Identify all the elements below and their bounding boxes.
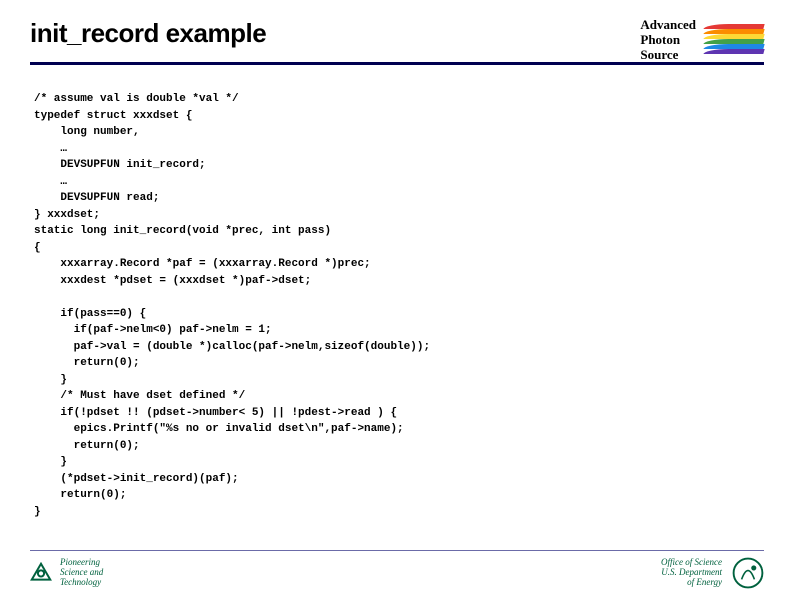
horizontal-rule-bottom — [30, 550, 764, 551]
doe-logo-icon — [732, 557, 764, 589]
argonne-logo-icon — [30, 562, 52, 584]
footer-right-text: Office of Science U.S. Department of Ene… — [661, 558, 722, 588]
aps-logo-line1: Advanced — [640, 18, 696, 33]
aps-logo-line2: Photon — [640, 33, 696, 48]
aps-logo-line3: Source — [640, 48, 696, 63]
slide: init_record example Advanced Photon Sour… — [0, 0, 794, 595]
footer-right-line3: of Energy — [661, 578, 722, 588]
footer-left-line3: Technology — [60, 578, 103, 588]
aps-logo: Advanced Photon Source — [640, 18, 764, 63]
footer: Pioneering Science and Technology Office… — [30, 557, 764, 589]
aps-logo-text: Advanced Photon Source — [640, 18, 696, 63]
horizontal-rule-top — [30, 62, 764, 65]
code-block: /* assume val is double *val */ typedef … — [34, 91, 754, 520]
title-row: init_record example Advanced Photon Sour… — [30, 18, 764, 63]
slide-title: init_record example — [30, 18, 266, 49]
rainbow-swoosh-icon — [704, 22, 764, 58]
footer-left-text: Pioneering Science and Technology — [60, 558, 103, 588]
footer-left: Pioneering Science and Technology — [30, 558, 103, 588]
footer-right: Office of Science U.S. Department of Ene… — [661, 557, 764, 589]
